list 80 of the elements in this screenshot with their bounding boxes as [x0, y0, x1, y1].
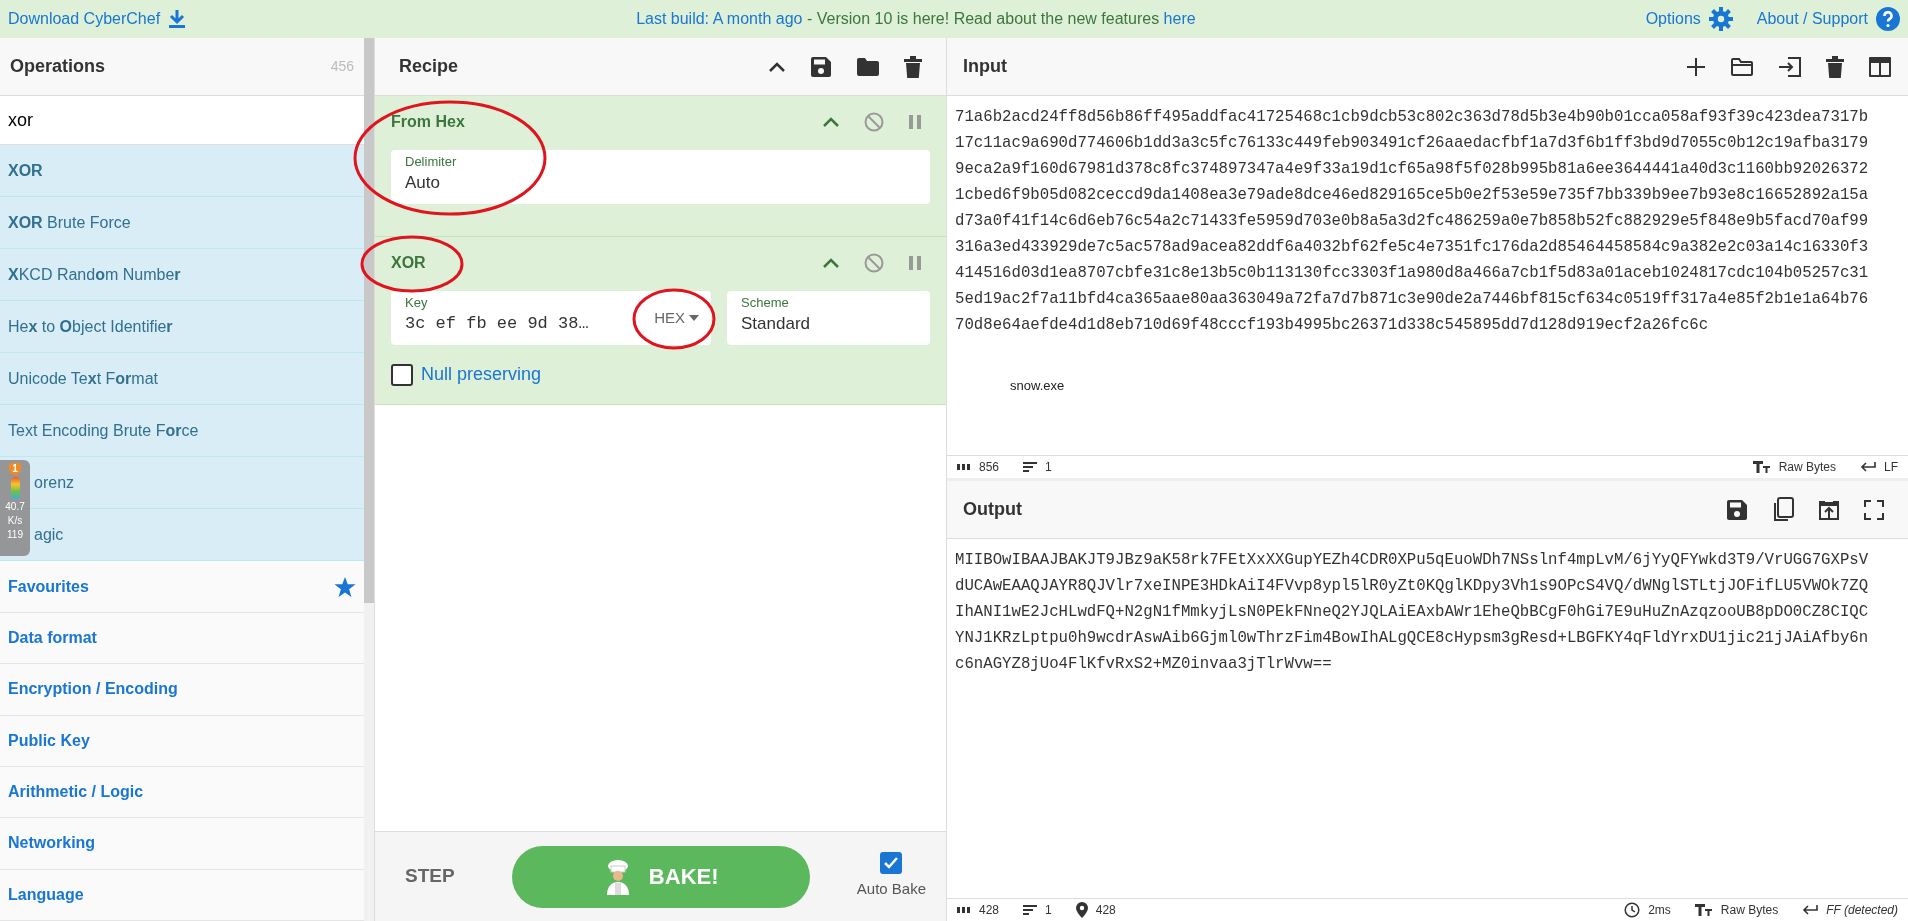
line-ending-label[interactable]: FF (detected) [1826, 901, 1898, 919]
folder-icon[interactable] [1730, 56, 1754, 77]
output-text[interactable]: MIIBOwIBAAJBAKJT9JBz9aK58rk7FEtXxXXGupYEZh4CDR0XPu5qEuoWDh7NSslnf4mpLvM/6jYyQFYwkd3T9/VrUGG7GXPsVdUCAwEAAQJAYR8QJVlr7xeINPE3HDkAiI4FVvp8ypl5lR0yZt0KQglKDpy3Vh1s9OPcS4VQ/dWNglSTLtjJOFifLU5VWOk7ZQIhANI1wE2JcHLwdFQ+N2gN1fMmkyjLsN0PEkFNneQ2YJQLAiEAxbAWr1EheQbBCgF0hGi7E9uHuZnAzqzooUB8pDO0CZ8CIQCYNJ1KRzLptpu0h9wcdrAswAib6Gjml0wThrzFim4BowIhALgQCE8cHypsm3gResd+LBGFKY4qFldYrxDU1jic21jJAiAfby6nc6nAGYZ8jUo4FlKfvRxS2+MZ0invaa3jTlrWvw== [955, 547, 1869, 677]
lines-icon [1023, 461, 1038, 473]
download-icon[interactable] [168, 9, 187, 29]
gear-icon[interactable] [1708, 7, 1733, 31]
chevron-up-icon[interactable] [768, 60, 786, 73]
folder-icon[interactable] [856, 56, 880, 77]
category-item[interactable]: Data format [8, 625, 97, 650]
character-count: 428 [979, 902, 1000, 919]
panel-title: Output [963, 498, 1022, 521]
line-count: 1 [1045, 459, 1052, 476]
operation-item[interactable]: XOR Brute Force [0, 197, 365, 250]
input-text[interactable]: 71a6b2acd24ff8d56b86ff495addfac41725468c1cb9dcb53c802c363d78d5b3e4b90b01cca058af93f39c423dea7317b17c11ac9a690d774606b1dd3a3c5fc76133c449feb903491cf26aaedacfbf1a7d3f6b1ff3bd9d7055c0b12c19afba31799eca2a9f160d67981d378c8fc374897347a4e9f33a19d1cf65a98f5f028b995b81a6ee3644441a40d3c1160bb920263721cbed6f9b05d082ceccd9da1408ea3e79ade8dce46ed829165ce5b0e2f53e59e735f7bb339b9ee7b93e8c16652892a15ad73a0f41f14c6d6eb76c54a2c71433fe5959d703e0b8a5a3d2fc486259a0e7b858b52fc882929e5f848e9b5facd70af99316a3ed433929de7c5ac578ad9acea82ddf6a4032bf62fe5c4e7351fc176da2d85464458584c9a382e2c03a14c16330f3414516d03d1ea8707cbfe31c8e13b5c0b113130fcc3303f1a980d8a466a7cb1f5d83a01aceb1024817cdc104b05257c315ed19ac2f7a11bfd4ca365aae80aa363049a72fa7d7b871c3e90de2a7446bf815cf634c0519ff317a4e85f2b1e1a64b7670d8e64aefde4d1d8eb710d69f48cccf193b4995bc26371d338c545895dd7d128d919ecf2a26fc6c [955, 104, 1869, 338]
operation-item[interactable]: Text Encoding Brute Force [0, 405, 365, 458]
character-count: 856 [979, 459, 1000, 476]
category-item[interactable]: Arithmetic / Logic [8, 780, 144, 805]
operation-title: From Hex [391, 112, 465, 132]
about-link[interactable]: About / Support [1756, 7, 1900, 31]
return-icon[interactable] [1802, 904, 1819, 916]
character-count-icon [957, 906, 971, 914]
panel-title: Recipe [399, 55, 459, 78]
notification-badge: 1 [9, 463, 21, 475]
character-count-icon [957, 463, 971, 471]
line-count: 1 [1045, 902, 1052, 919]
bake-button[interactable]: BAKE! [511, 845, 810, 908]
banner-link[interactable]: here [1163, 10, 1196, 27]
star-icon[interactable] [334, 575, 357, 598]
trash-icon[interactable] [1826, 55, 1844, 78]
line-ending-label[interactable]: LF [1884, 458, 1898, 476]
speed-meter [10, 477, 20, 499]
key-field[interactable]: Key 3c ef fb ee 9d 38… [391, 291, 643, 345]
operation-item[interactable]: XKCD Random Number [0, 249, 365, 302]
trash-icon[interactable] [904, 55, 922, 78]
operation-item[interactable]: Unicode Text Format [0, 353, 365, 406]
save-icon[interactable] [1726, 498, 1748, 521]
save-icon[interactable] [810, 55, 832, 78]
layout-icon[interactable] [1868, 55, 1892, 78]
format-dropdown[interactable]: HEX [642, 291, 711, 345]
operation-count: 456 [330, 57, 355, 76]
operation-title: XOR [391, 253, 426, 273]
file-name: snow.exe [1010, 377, 1066, 395]
open-in-input-icon[interactable] [1818, 498, 1840, 521]
checkbox-label[interactable]: Auto Bake [856, 878, 926, 901]
banner-link[interactable]: Last build: A month ago [636, 10, 803, 27]
download-rate: 119 [7, 529, 23, 541]
help-icon[interactable] [1876, 7, 1900, 31]
operation-item[interactable]: Hex to Object Identifier [0, 301, 365, 354]
operation-item[interactable]: XOR [0, 145, 365, 198]
step-button[interactable]: STEP [395, 856, 465, 897]
checkbox-label[interactable]: Null preserving [421, 361, 542, 388]
download-link[interactable]: Download CyberChef [8, 7, 187, 31]
rate-unit: K/s [7, 515, 23, 527]
plus-icon[interactable] [1686, 56, 1706, 77]
category-item[interactable]: Public Key [8, 728, 90, 753]
import-icon[interactable] [1778, 55, 1802, 78]
return-icon[interactable] [1860, 461, 1876, 473]
argument-field[interactable]: Scheme Standard [727, 291, 930, 345]
copy-icon[interactable] [1772, 496, 1794, 523]
category-item[interactable]: Networking [8, 831, 96, 856]
bake-time: 2ms [1648, 902, 1671, 919]
panel-title: Input [963, 55, 1007, 78]
banner-text: Last build: A month ago - Version 10 is here! Read about the new features here [636, 9, 1196, 29]
checkbox[interactable] [391, 363, 413, 386]
lines-icon [1023, 904, 1038, 916]
text-format-icon[interactable] [1752, 460, 1771, 474]
panel-title: Operations [10, 55, 106, 78]
cursor-position: 428 [1095, 902, 1116, 919]
argument-field[interactable]: Delimiter Auto [391, 150, 930, 204]
fullscreen-icon[interactable] [1864, 499, 1884, 520]
location-pin-icon [1075, 902, 1088, 918]
checkbox[interactable] [880, 852, 903, 875]
options-link[interactable]: Options [1645, 7, 1733, 31]
text-format-icon[interactable] [1694, 903, 1713, 917]
encoding-label[interactable]: Raw Bytes [1778, 458, 1836, 476]
encoding-label[interactable]: Raw Bytes [1720, 901, 1779, 919]
caret-icon [689, 315, 699, 321]
category-item[interactable]: Favourites [8, 574, 89, 599]
clock-icon [1624, 902, 1641, 918]
category-item[interactable]: Language [8, 882, 84, 907]
